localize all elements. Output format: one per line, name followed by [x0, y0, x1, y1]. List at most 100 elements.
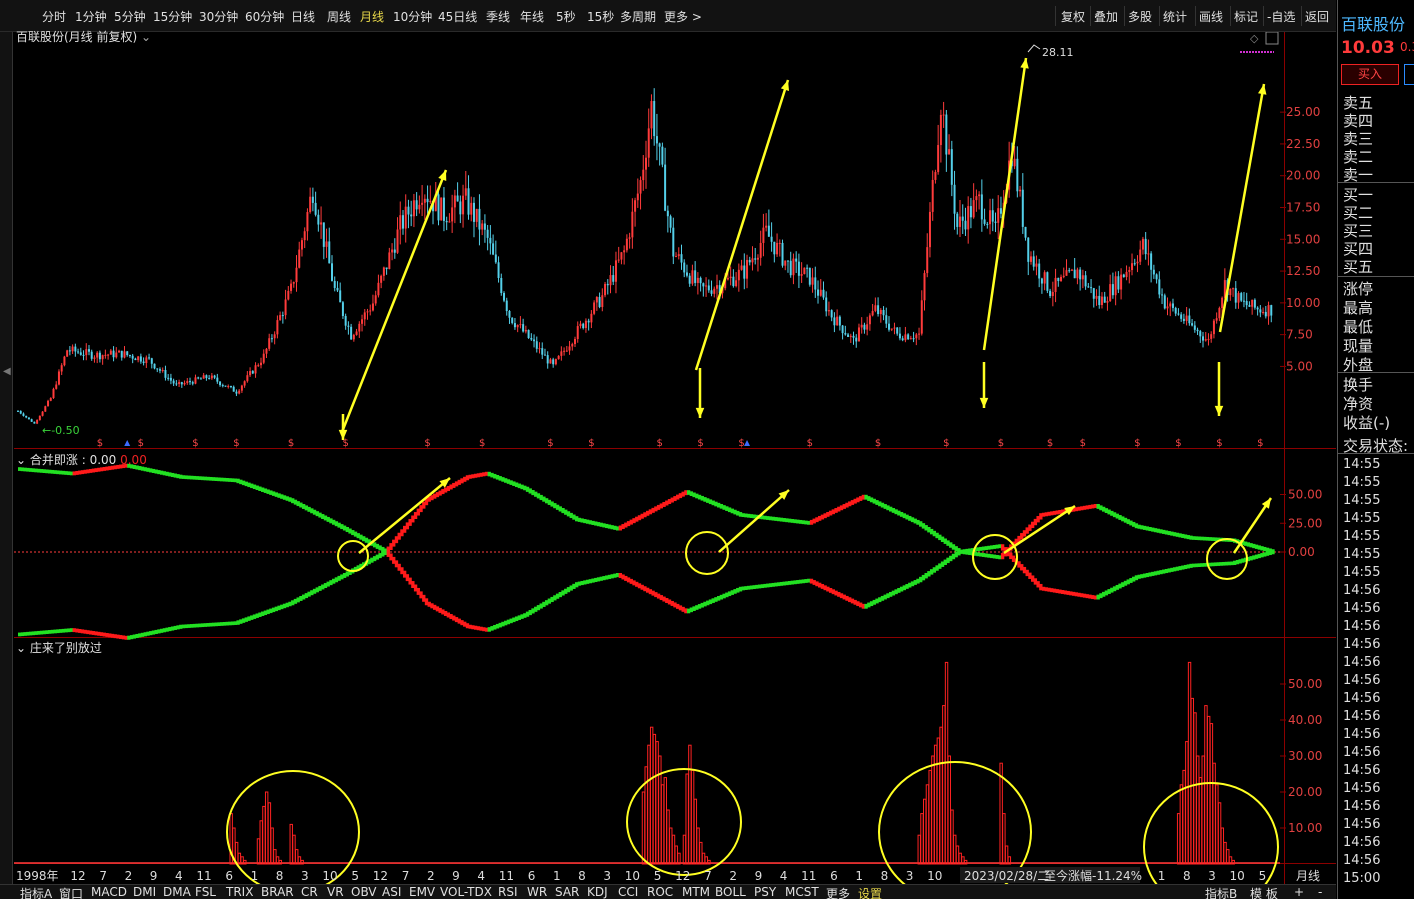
- bottom-right-1[interactable]: 模 板: [1250, 885, 1278, 899]
- period-tab-2[interactable]: 5分钟: [114, 8, 146, 25]
- period-tab-13[interactable]: 5秒: [556, 8, 576, 25]
- bottom-right-3[interactable]: -: [1318, 885, 1322, 899]
- candle-body: [298, 249, 301, 268]
- candle-body: [156, 368, 159, 370]
- candle-body: [857, 327, 860, 342]
- period-tab-16[interactable]: 更多 >: [664, 8, 702, 25]
- buy-button[interactable]: 买入: [1341, 64, 1399, 85]
- candle-body: [391, 249, 394, 253]
- indicator-tab-20[interactable]: MTM: [682, 885, 710, 899]
- indicator-tab-21[interactable]: BOLL: [715, 885, 746, 899]
- indicator-tab-10[interactable]: OBV: [351, 885, 377, 899]
- candle-body: [699, 277, 702, 284]
- date-axis-label: 2: [427, 869, 435, 883]
- ind2-bar: [1212, 762, 1216, 865]
- candle-body: [1057, 277, 1060, 282]
- ind2-bar: [641, 791, 646, 865]
- indicator-tab-3[interactable]: DMI: [133, 885, 156, 899]
- candle-body: [161, 369, 164, 371]
- candle-body: [707, 285, 710, 291]
- candle-body: [792, 258, 795, 276]
- indicator-tab-6[interactable]: TRIX: [226, 885, 253, 899]
- period-tab-8[interactable]: 月线: [360, 8, 384, 25]
- period-tab-15[interactable]: 多周期: [620, 8, 656, 25]
- indicator-tab-24[interactable]: 更多: [826, 885, 850, 899]
- indicator-tab-18[interactable]: CCI: [618, 885, 638, 899]
- indicator-tab-22[interactable]: PSY: [754, 885, 776, 899]
- candle-body: [1202, 336, 1205, 341]
- ind2-bar: [295, 849, 299, 865]
- tool-button-2[interactable]: 多股: [1128, 8, 1152, 25]
- sell-button[interactable]: [1404, 64, 1414, 85]
- indicator-tab-15[interactable]: WR: [527, 885, 547, 899]
- indicator-tab-14[interactable]: RSI: [498, 885, 518, 899]
- trade-time: 14:56: [1343, 817, 1381, 832]
- date-axis-label: 3: [906, 869, 914, 883]
- collapse-left-icon[interactable]: ◀: [3, 366, 11, 377]
- dividend-marker: $: [588, 438, 594, 449]
- tool-button-6[interactable]: -自选: [1267, 8, 1295, 25]
- indicator-tab-23[interactable]: MCST: [785, 885, 819, 899]
- indicator-tab-8[interactable]: CR: [301, 885, 318, 899]
- period-tab-7[interactable]: 周线: [327, 8, 351, 25]
- indicator-tab-1[interactable]: 窗口: [59, 885, 83, 899]
- candle-body: [994, 221, 997, 223]
- candle-body: [691, 270, 694, 284]
- indicator-tab-19[interactable]: ROC: [647, 885, 673, 899]
- chart-canvas[interactable]: 25.0022.5020.0017.5015.0012.5010.007.505…: [14, 32, 1336, 884]
- tool-button-5[interactable]: 标记: [1234, 8, 1258, 25]
- period-tab-12[interactable]: 年线: [520, 8, 544, 25]
- period-tab-14[interactable]: 15秒: [587, 8, 614, 25]
- indicator-tab-16[interactable]: SAR: [555, 885, 579, 899]
- indicator-tab-11[interactable]: ASI: [382, 885, 401, 899]
- indicator-tab-13[interactable]: VOL-TDX: [440, 885, 492, 899]
- period-tab-9[interactable]: 10分钟: [393, 8, 432, 25]
- candle-body: [442, 197, 445, 221]
- candle-body: [429, 200, 432, 203]
- indicator-tab-17[interactable]: KDJ: [587, 885, 608, 899]
- indicator-tab-5[interactable]: FSL: [195, 885, 216, 899]
- candle-body: [863, 324, 866, 330]
- period-tab-5[interactable]: 60分钟: [245, 8, 284, 25]
- period-tab-1[interactable]: 1分钟: [75, 8, 107, 25]
- indicator-tab-12[interactable]: EMV: [409, 885, 435, 899]
- tool-button-7[interactable]: 返回: [1305, 8, 1329, 25]
- candle-body: [309, 196, 312, 213]
- indicator-tab-7[interactable]: BRAR: [261, 885, 294, 899]
- bottom-right-2[interactable]: +: [1294, 885, 1304, 899]
- candle-body: [574, 338, 577, 345]
- indicator-tab-2[interactable]: MACD: [91, 885, 127, 899]
- candle-body: [311, 196, 314, 203]
- candle-body: [421, 202, 424, 205]
- candle-body: [898, 333, 901, 339]
- left-collapse-strip[interactable]: ◀: [0, 32, 13, 884]
- low-price-label: ←-0.50: [42, 424, 80, 437]
- tool-button-4[interactable]: 画线: [1199, 8, 1223, 25]
- chart-area[interactable]: 25.00 22.50 20.00 17.50 15.00 12.50 10.00 7.50 5…: [14, 30, 1336, 884]
- indicator-tab-4[interactable]: DMA: [163, 885, 191, 899]
- candle-body: [410, 214, 413, 217]
- indicator-tab-25[interactable]: 设置: [858, 885, 882, 899]
- tool-button-0[interactable]: 复权: [1061, 8, 1085, 25]
- indicator-tab-9[interactable]: VR: [327, 885, 344, 899]
- bottom-right-0[interactable]: 指标B: [1205, 885, 1237, 899]
- candle-body: [38, 415, 41, 420]
- period-tab-4[interactable]: 30分钟: [199, 8, 238, 25]
- tool-button-1[interactable]: 叠加: [1094, 8, 1118, 25]
- tool-button-3[interactable]: 统计: [1163, 8, 1187, 25]
- period-tab-3[interactable]: 15分钟: [153, 8, 192, 25]
- candle-body: [265, 348, 268, 354]
- candle-body: [1152, 269, 1155, 275]
- candle-body: [500, 277, 503, 293]
- candle-body: [1114, 276, 1117, 296]
- dividend-marker: $: [479, 438, 485, 449]
- down-arrow-head: [1214, 405, 1224, 416]
- indicator-tab-0[interactable]: 指标A: [20, 885, 52, 899]
- dividend-marker: $: [1134, 438, 1140, 449]
- period-tab-11[interactable]: 季线: [486, 8, 510, 25]
- period-tab-0[interactable]: 分时: [42, 8, 66, 25]
- trade-time: 14:55: [1343, 457, 1381, 472]
- candle-body: [1193, 325, 1196, 330]
- period-tab-6[interactable]: 日线: [291, 8, 315, 25]
- period-tab-10[interactable]: 45日线: [438, 8, 477, 25]
